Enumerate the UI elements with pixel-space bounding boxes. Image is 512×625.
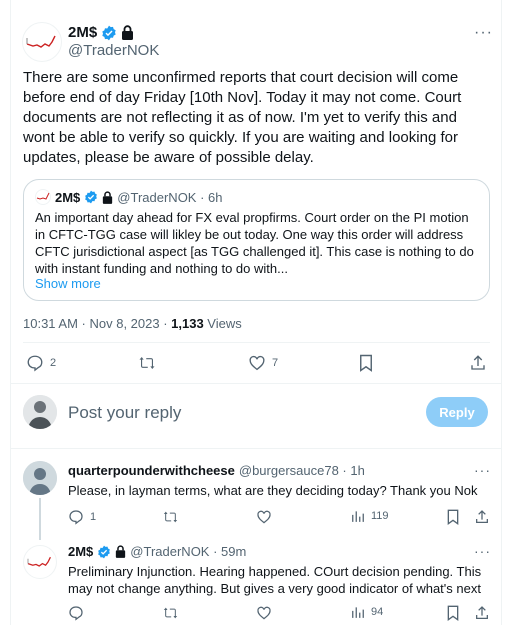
bookmark-action[interactable]	[358, 354, 374, 372]
analytics-icon	[352, 607, 364, 618]
reply-button[interactable]: Reply	[426, 397, 488, 427]
reply-author-name[interactable]: 2M$	[68, 544, 93, 559]
reply-author-name[interactable]: quarterpounderwithcheese	[68, 463, 235, 478]
divider	[23, 342, 490, 343]
thread-line	[39, 498, 41, 540]
bookmark-icon	[447, 605, 459, 621]
lock-icon	[116, 545, 126, 558]
repost-action[interactable]	[137, 354, 163, 372]
squiggle-logo-icon	[26, 35, 56, 48]
reply-text: Please, in layman terms, what are they d…	[68, 483, 478, 498]
views-count: 1,133	[171, 316, 204, 331]
views-action[interactable]: 119	[351, 509, 389, 523]
lock-icon	[122, 25, 134, 40]
like-action[interactable]	[256, 509, 272, 525]
reply-icon	[69, 510, 83, 525]
reply-action[interactable]: 1	[68, 509, 96, 525]
bookmark-action[interactable]	[446, 605, 460, 621]
views-label: Views	[203, 316, 242, 331]
reply-text: Preliminary Injunction. Hearing happened…	[68, 564, 482, 596]
author-name[interactable]: 2M$	[68, 24, 97, 41]
bookmark-action[interactable]	[446, 509, 460, 525]
views-count: 94	[371, 606, 384, 618]
more-options-icon[interactable]: ···	[474, 543, 491, 559]
more-options-icon[interactable]: ···	[474, 462, 491, 478]
share-action[interactable]	[474, 509, 490, 525]
bookmark-icon	[360, 354, 372, 372]
like-action[interactable]: 7	[248, 354, 278, 372]
share-action[interactable]	[474, 605, 490, 621]
reply-avatar[interactable]	[23, 545, 57, 579]
reply-count: 2	[50, 357, 57, 369]
quoted-tweet-text: An important day ahead for FX eval propf…	[35, 210, 474, 276]
views-action[interactable]: 94	[351, 605, 383, 619]
reply-input[interactable]: Post your reply	[68, 403, 181, 423]
divider	[10, 383, 502, 384]
current-user-avatar[interactable]	[23, 395, 57, 429]
reply-icon	[27, 355, 43, 372]
heart-icon	[257, 606, 271, 620]
reply-icon	[69, 606, 83, 621]
share-action[interactable]	[469, 354, 487, 372]
default-avatar-icon	[23, 461, 57, 495]
show-more-link[interactable]: Show more	[35, 276, 101, 291]
heart-icon	[257, 510, 271, 524]
reply-count: 1	[90, 511, 97, 523]
heart-icon	[249, 355, 265, 371]
share-icon	[476, 606, 488, 619]
verified-badge-icon	[102, 25, 116, 40]
analytics-icon	[352, 511, 364, 522]
author-handle[interactable]: @TraderNOK	[68, 42, 159, 59]
tweet-meta: 10:31 AM · Nov 8, 2023 · 1,133 Views	[23, 316, 242, 331]
repost-icon	[163, 511, 178, 523]
like-count: 7	[272, 357, 279, 369]
reply-action[interactable]	[68, 605, 90, 621]
user-photo-icon	[23, 395, 57, 429]
author-avatar[interactable]	[22, 22, 62, 62]
repost-action[interactable]	[162, 509, 179, 525]
share-icon	[471, 355, 485, 370]
quoted-handle-time: @TraderNOK · 6h	[117, 189, 223, 205]
quoted-author-name: 2M$	[55, 189, 81, 205]
divider	[10, 448, 502, 449]
bookmark-icon	[447, 509, 459, 525]
reply-handle-time[interactable]: @burgersauce78 · 1h	[239, 463, 365, 478]
lock-icon	[103, 190, 113, 204]
quoted-author-avatar	[35, 189, 51, 205]
verified-badge-icon	[98, 545, 111, 558]
repost-action[interactable]	[162, 605, 179, 621]
repost-icon	[163, 607, 178, 619]
reply-handle-time[interactable]: @TraderNOK · 59m	[130, 544, 246, 559]
views-count: 119	[371, 510, 389, 522]
repost-icon	[139, 357, 155, 369]
share-icon	[476, 510, 488, 523]
more-options-icon[interactable]: ···	[474, 24, 493, 42]
tweet-text: There are some unconfirmed reports that …	[23, 69, 462, 166]
like-action[interactable]	[256, 605, 272, 621]
verified-badge-icon	[85, 190, 98, 204]
squiggle-logo-icon	[27, 556, 51, 567]
reply-avatar[interactable]	[23, 461, 57, 495]
reply-action[interactable]: 2	[26, 354, 56, 372]
tweet-timestamp[interactable]: 10:31 AM · Nov 8, 2023 ·	[23, 316, 171, 331]
